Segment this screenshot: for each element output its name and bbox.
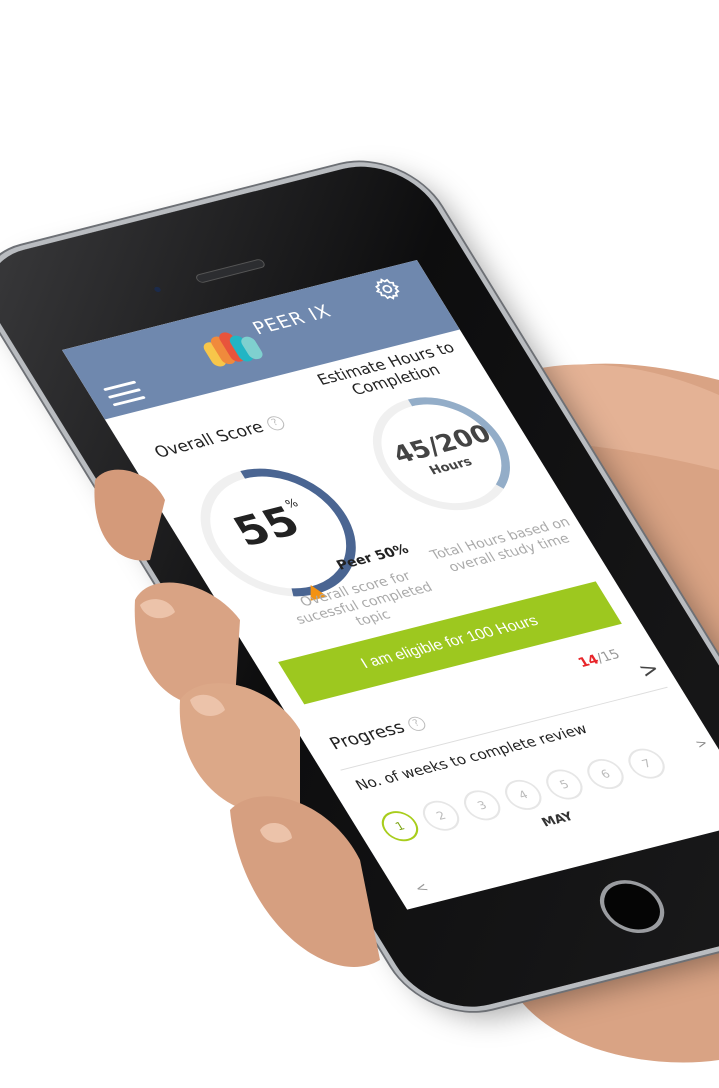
left-hand-fingers xyxy=(94,469,380,967)
